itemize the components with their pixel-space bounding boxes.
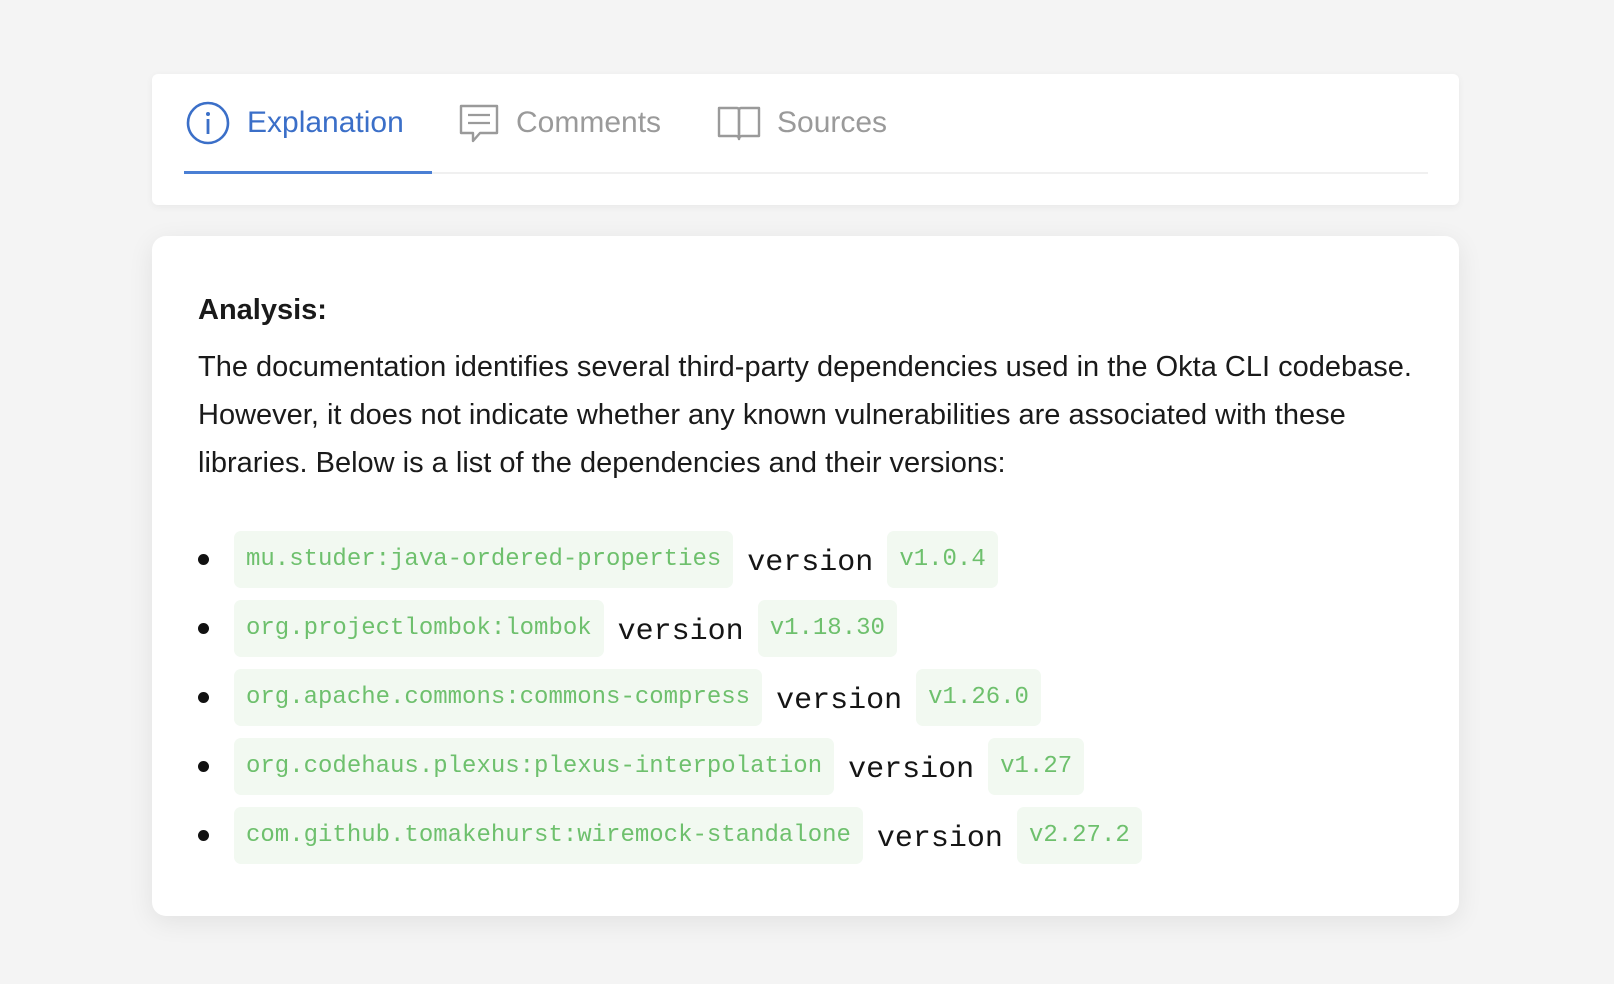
dependency-name: com.github.tomakehurst:wiremock-standalo… (234, 807, 863, 864)
info-icon (185, 100, 231, 146)
list-item: com.github.tomakehurst:wiremock-standalo… (198, 801, 1142, 870)
bullet-icon (198, 692, 209, 703)
version-label: version (848, 752, 975, 787)
tab-label: Comments (516, 106, 662, 139)
tab-label: Sources (777, 106, 888, 139)
tab-label: Explanation (247, 106, 404, 139)
version-label: version (617, 614, 744, 649)
list-item: org.apache.commons:commons-compress vers… (198, 663, 1142, 732)
comment-icon (458, 102, 500, 144)
tabs-card: Explanation Comments Sources (152, 74, 1459, 205)
bullet-icon (198, 554, 209, 565)
tab-comments[interactable]: Comments (458, 74, 661, 172)
dependency-name: org.codehaus.plexus:plexus-interpolation (234, 738, 835, 795)
bullet-icon (198, 830, 209, 841)
book-icon (717, 103, 761, 143)
dependency-version: v2.27.2 (1016, 807, 1142, 864)
dependency-version: v1.18.30 (757, 600, 897, 657)
tab-bar: Explanation Comments Sources (184, 74, 1428, 174)
version-label: version (776, 683, 903, 718)
analysis-card: Analysis: The documentation identifies s… (152, 236, 1459, 916)
version-label: version (747, 545, 874, 580)
tab-explanation[interactable]: Explanation (184, 74, 432, 174)
list-item: org.projectlombok:lombok version v1.18.3… (198, 594, 1142, 663)
list-item: org.codehaus.plexus:plexus-interpolation… (198, 732, 1142, 801)
dependency-name: org.apache.commons:commons-compress (234, 669, 763, 726)
dependency-list: mu.studer:java-ordered-properties versio… (198, 525, 1142, 870)
dependency-version: v1.0.4 (887, 531, 998, 588)
dependency-version: v1.26.0 (916, 669, 1041, 726)
bullet-icon (198, 761, 209, 772)
dependency-name: mu.studer:java-ordered-properties (234, 531, 734, 588)
analysis-paragraph: The documentation identifies several thi… (198, 351, 1412, 479)
list-item: mu.studer:java-ordered-properties versio… (198, 525, 1142, 594)
version-label: version (876, 821, 1003, 856)
dependency-version: v1.27 (988, 738, 1085, 795)
dependency-name: org.projectlombok:lombok (234, 600, 604, 657)
analysis-title: Analysis: (198, 294, 327, 326)
tab-sources[interactable]: Sources (717, 74, 887, 172)
bullet-icon (198, 623, 209, 634)
